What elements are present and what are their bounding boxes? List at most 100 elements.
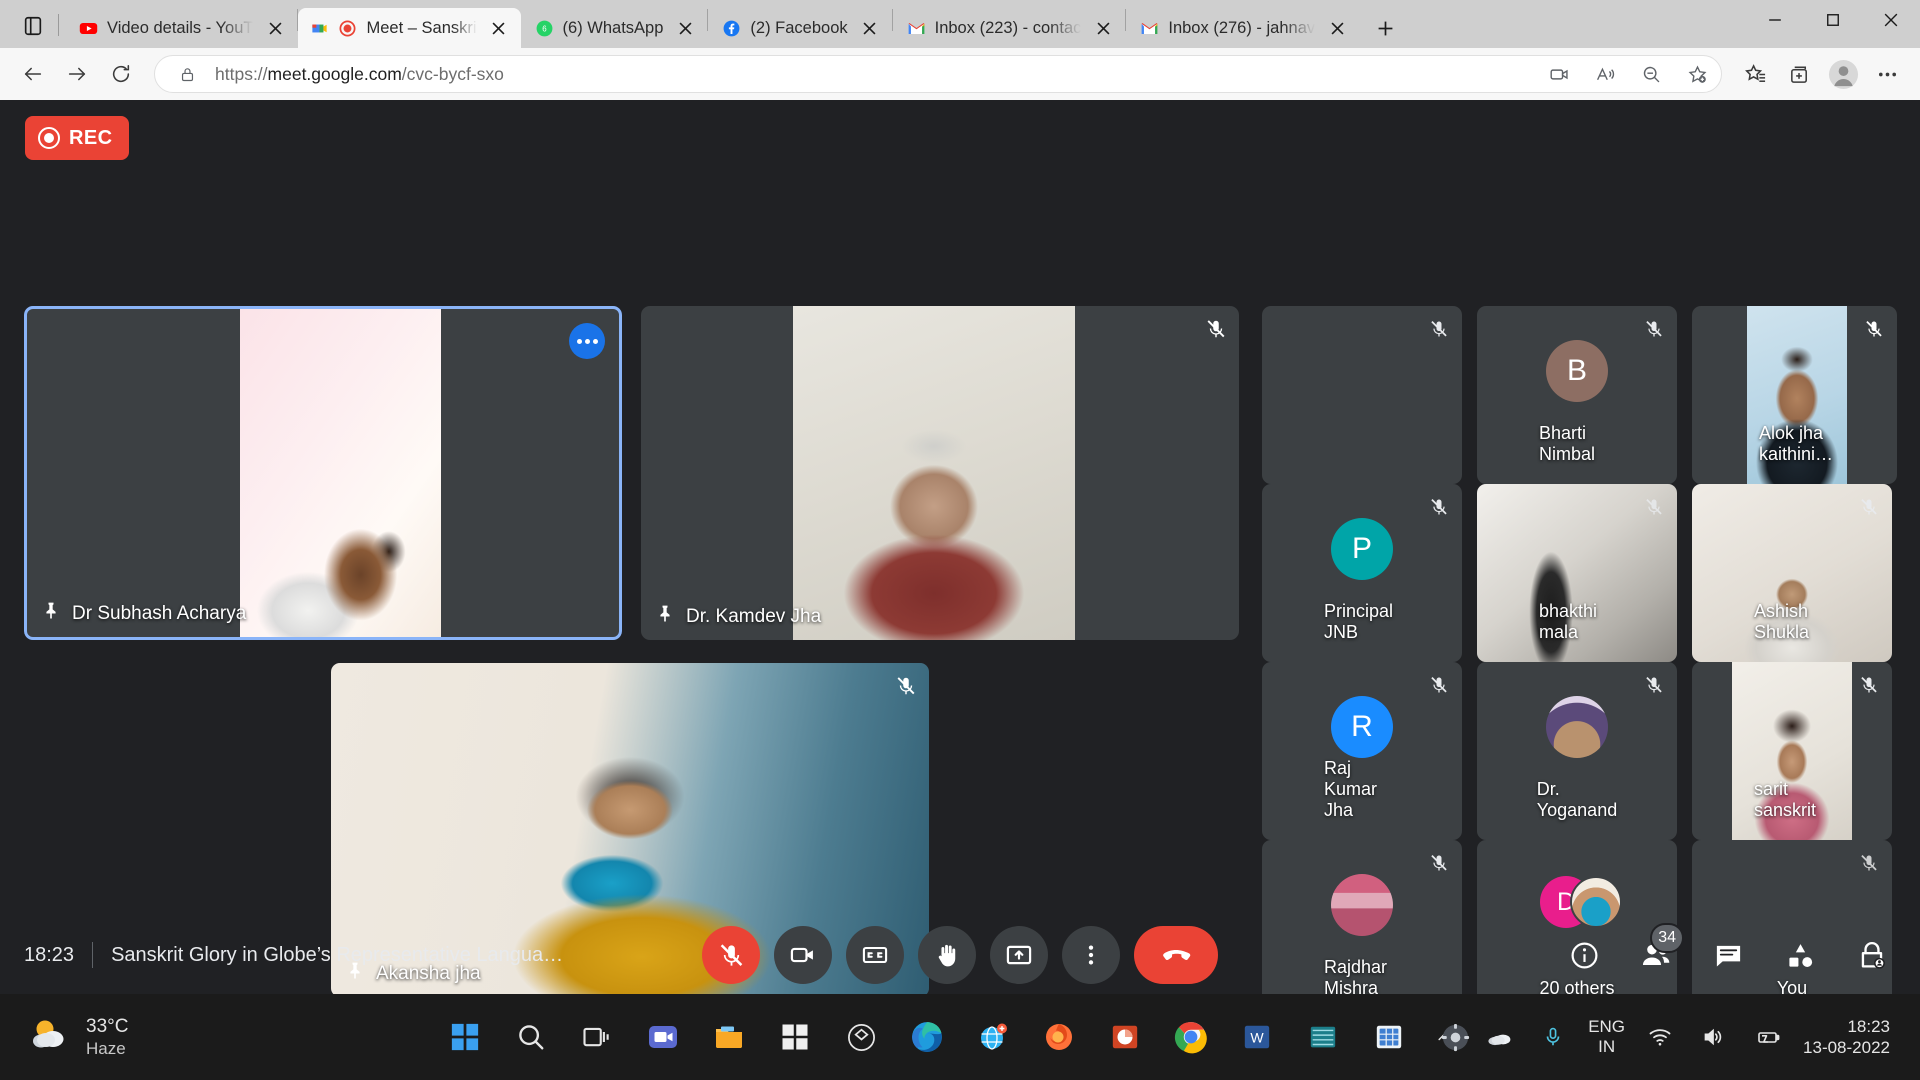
mic-off-icon (1424, 848, 1454, 878)
participant-tile-dr-subhash-acharya[interactable]: Dr Subhash Acharya (24, 306, 622, 640)
mic-off-icon (1639, 670, 1669, 700)
zoom-out-icon[interactable] (1633, 56, 1669, 92)
chat-button[interactable] (1704, 931, 1752, 979)
word-icon[interactable]: W (1230, 1010, 1284, 1064)
participant-tile-bhakthi-mala[interactable]: bhakthi mala (1477, 484, 1677, 662)
participant-tile-principal-jnb[interactable]: P Principal JNB (1262, 484, 1462, 662)
excel-icon[interactable] (1362, 1010, 1416, 1064)
lock-icon[interactable] (169, 56, 205, 92)
language-indicator[interactable]: ENG IN (1588, 1017, 1625, 1056)
participant-tile-alok-jha-kaithini[interactable]: Alok jha kaithini… (1697, 306, 1897, 484)
participant-name: Dr Subhash Acharya (72, 603, 247, 624)
onedrive-icon[interactable] (1480, 1018, 1518, 1056)
meet-right-controls: 34 (1560, 923, 1896, 979)
profile-icon[interactable] (1822, 53, 1864, 95)
close-window-button[interactable] (1862, 0, 1920, 40)
host-controls-button[interactable] (1848, 931, 1896, 979)
tab-google-meet[interactable]: Meet – Sanskri (298, 8, 521, 48)
captions-button[interactable] (846, 926, 904, 984)
mic-off-icon (1854, 670, 1884, 700)
wifi-icon[interactable] (1641, 1018, 1679, 1056)
window-controls (1746, 0, 1920, 48)
task-view-icon[interactable] (570, 1010, 624, 1064)
maximize-button[interactable] (1804, 0, 1862, 40)
file-explorer-icon[interactable] (702, 1010, 756, 1064)
video-capture-icon[interactable] (1541, 56, 1577, 92)
url-text[interactable]: https://meet.google.com/cvc-bycf-sxo (215, 64, 1531, 85)
new-tab-button[interactable] (1365, 11, 1405, 45)
participant-name: Bharti Nimbal (1539, 423, 1596, 464)
close-icon[interactable] (262, 15, 288, 41)
favorites-icon[interactable] (1734, 53, 1776, 95)
sun-cloud-icon (28, 1013, 72, 1062)
participant-name-badge: sarit sanskrit (1742, 770, 1842, 830)
close-icon[interactable] (672, 15, 698, 41)
leave-call-button[interactable] (1134, 926, 1218, 984)
tab-gmail-contact[interactable]: Inbox (223) - contac (893, 8, 1126, 48)
mic-off-icon (1854, 492, 1884, 522)
tab-facebook[interactable]: (2) Facebook (708, 8, 891, 48)
collections-icon[interactable] (1778, 53, 1820, 95)
participant-tile-bharti-nimbal[interactable]: B Bharti Nimbal (1477, 306, 1677, 484)
close-icon[interactable] (857, 15, 883, 41)
meeting-details-button[interactable] (1560, 931, 1608, 979)
participant-tile-ashish-shukla[interactable]: Ashish Shukla (1692, 484, 1892, 662)
microsoft-edge-icon[interactable] (900, 1010, 954, 1064)
onenote-icon[interactable] (1296, 1010, 1350, 1064)
settings-icon[interactable] (1428, 1010, 1482, 1064)
raise-hand-button[interactable] (918, 926, 976, 984)
address-bar: https://meet.google.com/cvc-bycf-sxo (0, 48, 1920, 100)
battery-charging-icon[interactable] (1749, 1018, 1787, 1056)
search-icon[interactable] (504, 1010, 558, 1064)
weather-widget[interactable]: 33°C Haze (0, 1013, 300, 1062)
svg-text:W: W (1250, 1030, 1264, 1046)
microphone-active-icon[interactable] (1534, 1018, 1572, 1056)
minimize-button[interactable] (1746, 0, 1804, 40)
activities-button[interactable] (1776, 931, 1824, 979)
video-stage: Dr Subhash Acharya Dr. Kamdev Jha Akansh… (0, 178, 1920, 1018)
participant-name: bhakthi mala (1539, 601, 1598, 642)
dropbox-icon[interactable] (834, 1010, 888, 1064)
participant-tile-raj-kumar-jha[interactable]: R Raj Kumar Jha (1262, 662, 1462, 840)
participant-tile-dr-kamdev-jha[interactable]: Dr. Kamdev Jha (641, 306, 1239, 640)
meet-app-icon[interactable] (636, 1010, 690, 1064)
close-icon[interactable] (1324, 15, 1350, 41)
settings-more-icon[interactable] (1866, 53, 1908, 95)
show-everyone-button[interactable]: 34 (1632, 923, 1684, 979)
add-favorite-icon[interactable] (1679, 56, 1715, 92)
more-options-button[interactable] (1062, 926, 1120, 984)
globe-app-icon[interactable] (966, 1010, 1020, 1064)
participant-tile-dr-yoganand[interactable]: Dr. Yoganand (1477, 662, 1677, 840)
tab-actions-icon[interactable] (10, 6, 56, 46)
close-icon[interactable] (486, 15, 512, 41)
volume-icon[interactable] (1695, 1018, 1733, 1056)
reload-icon[interactable] (100, 53, 142, 95)
start-icon[interactable] (438, 1010, 492, 1064)
tab-title: Meet – Sanskri (366, 18, 477, 37)
participant-tile-sarit-sanskrit[interactable]: sarit sanskrit (1692, 662, 1892, 840)
participant-name-badge: Alok jha kaithini… (1747, 414, 1847, 474)
microsoft-store-icon[interactable] (768, 1010, 822, 1064)
language-region: IN (1598, 1037, 1616, 1056)
powerpoint-icon[interactable] (1098, 1010, 1152, 1064)
participant-name-badge: Dr. Kamdev Jha (641, 594, 835, 640)
read-aloud-icon[interactable] (1587, 56, 1623, 92)
close-icon[interactable] (1090, 15, 1116, 41)
firefox-icon[interactable] (1032, 1010, 1086, 1064)
participant-tile-blank[interactable] (1262, 306, 1462, 484)
tab-whatsapp[interactable]: 6 (6) WhatsApp (521, 8, 708, 48)
chrome-icon[interactable] (1164, 1010, 1218, 1064)
back-arrow-icon[interactable] (12, 53, 54, 95)
forward-arrow-icon[interactable] (56, 53, 98, 95)
tab-video-details[interactable]: Video details - YouT (65, 8, 297, 48)
tile-more-options-button[interactable] (569, 323, 605, 359)
present-screen-button[interactable] (990, 926, 1048, 984)
camera-button[interactable] (774, 926, 832, 984)
browser-window: Video details - YouT Meet – Sanskri 6 (6… (0, 0, 1920, 1080)
tab-gmail-jahnavi[interactable]: Inbox (276) - jahnav (1126, 8, 1359, 48)
microphone-off-button[interactable] (702, 926, 760, 984)
url-bar[interactable]: https://meet.google.com/cvc-bycf-sxo (154, 55, 1722, 93)
avatar: P (1331, 518, 1393, 580)
taskbar-clock[interactable]: 18:23 13-08-2022 (1803, 1016, 1896, 1059)
url-path: /cvc-bycf-sxo (401, 63, 504, 84)
